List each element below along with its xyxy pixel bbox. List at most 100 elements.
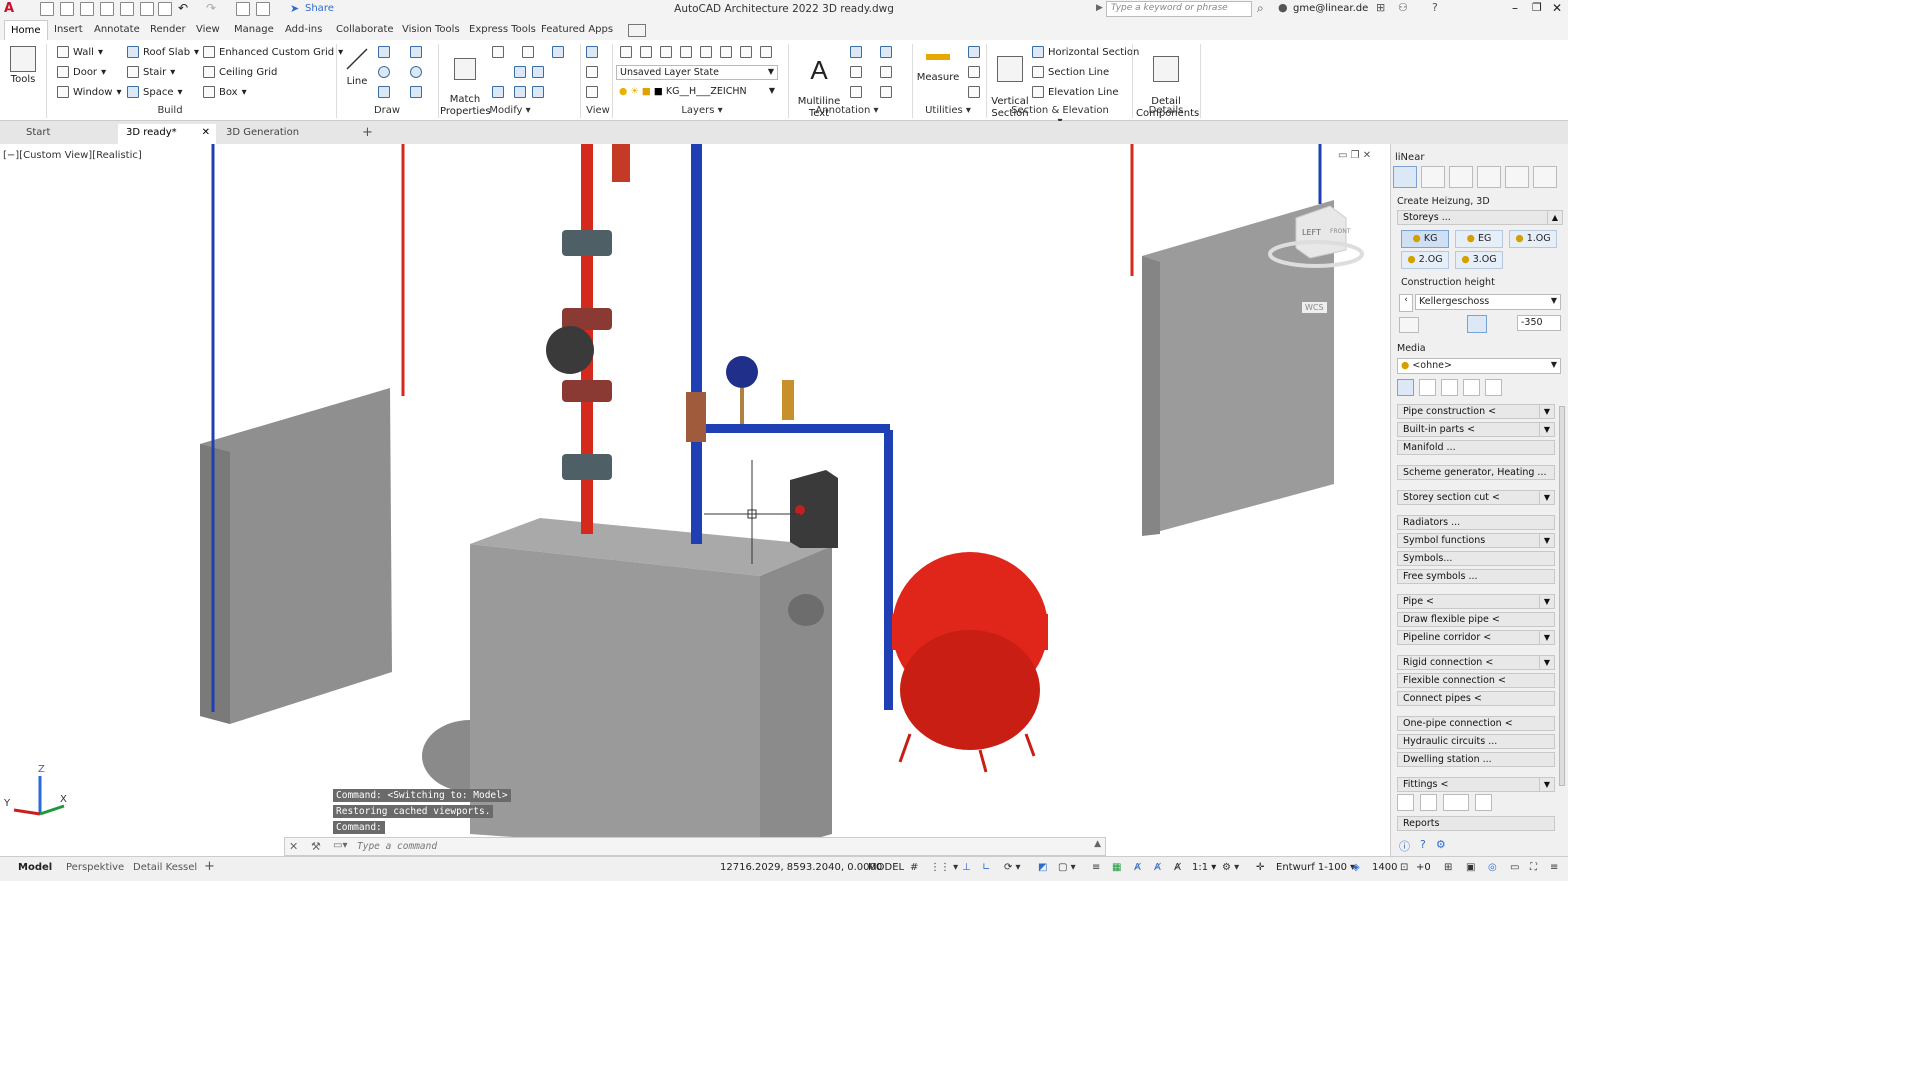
elevation-offset[interactable]: +0 [1416,862,1431,873]
trim-icon[interactable] [552,46,564,61]
chevron-down-icon[interactable]: ▼ [1539,534,1554,547]
add-layout-icon[interactable]: + [204,859,215,874]
isodraft-icon[interactable]: ⟳ ▾ [1004,862,1021,873]
palette-button-hydraulic-circuits[interactable]: Hydraulic circuits ... [1397,734,1555,749]
printer-icon[interactable] [1505,166,1529,188]
build-panel-label[interactable]: Build [150,105,190,116]
drawing-viewport[interactable]: [−][Custom View][Realistic] ▭ ❐ ✕ LEFT F… [0,144,1390,856]
layers-panel-label[interactable]: Layers ▾ [680,105,724,116]
tag-icon[interactable] [850,86,862,101]
command-input[interactable]: Type a command [357,841,437,852]
text-icon[interactable] [1441,379,1458,396]
revcloud-icon[interactable] [880,46,892,61]
hardware-acceleration-icon[interactable]: ◎ [1488,862,1497,873]
details-panel-label[interactable]: Details [1144,105,1188,116]
annotation-visibility-icon[interactable]: Ⱥ [1134,862,1141,873]
help-icon[interactable]: ? [1432,1,1438,14]
snap-tracking-icon[interactable]: ▢ ▾ [1058,862,1076,873]
tab-add-ins[interactable]: Add-ins [279,20,328,40]
layer-merge-icon[interactable] [760,46,772,58]
table-icon[interactable] [1485,379,1502,396]
ortho-icon[interactable]: ⊥ [962,862,971,873]
chevron-down-icon[interactable]: ▼ [1539,778,1554,791]
palette-button-flexible-connection[interactable]: Flexible connection < [1397,673,1555,688]
search-expand-icon[interactable]: ▶ [1096,3,1103,13]
fullscreen-icon[interactable]: ⛶ [1530,862,1537,873]
circle-icon[interactable] [378,66,390,81]
monitor-icon[interactable] [1477,166,1501,188]
table-icon[interactable] [880,86,892,101]
palette-button-pipe[interactable]: Pipe < ▼ [1397,594,1555,609]
command-expand-icon[interactable]: ▲ [1094,839,1101,849]
doc-tab-3d-ready[interactable]: 3D ready* ✕ [118,124,216,144]
ribbon-toggle-icon[interactable] [628,24,646,37]
viewcube-front-face[interactable]: FRONT [1330,228,1351,235]
search-icon[interactable]: ⌕ [1257,1,1264,16]
ceiling-grid-button[interactable]: Ceiling Grid [203,66,277,78]
tab-collaborate[interactable]: Collaborate [330,20,400,40]
edit-pipe-icon[interactable] [1397,379,1414,396]
layers-icon[interactable] [1463,379,1480,396]
new-tab-icon[interactable]: + [362,125,373,140]
space-button[interactable]: Space ▾ [127,86,183,98]
storey-3og[interactable]: ● 3.OG [1455,251,1503,269]
polar-icon[interactable]: ∟ [982,862,990,873]
palette-scrollbar[interactable] [1559,406,1565,786]
modify-panel-label[interactable]: Modify ▾ [488,105,532,116]
coordinates-readout[interactable]: 12716.2029, 8593.2040, 0.0000 [720,862,882,873]
annotation-scale-icon[interactable]: Ⱥ [1174,862,1181,873]
utilities-panel-label[interactable]: Utilities ▾ [922,105,974,116]
palette-button-scheme-generator-heating[interactable]: Scheme generator, Heating ... [1397,465,1555,480]
lineweight-icon[interactable]: ≡ [1092,862,1100,873]
pencil-icon[interactable] [1421,166,1445,188]
palette-button-radiators[interactable]: Radiators ... [1397,515,1555,530]
settings-gear-icon[interactable]: ⚙ [1436,838,1446,854]
palette-button-draw-flexible-pipe[interactable]: Draw flexible pipe < [1397,612,1555,627]
storey-1og[interactable]: ● 1.OG [1509,230,1557,248]
tab-annotate[interactable]: Annotate [88,20,146,40]
doc-tab-start[interactable]: Start [18,124,116,144]
mirror-icon[interactable] [492,86,504,101]
layer-off-icon[interactable] [680,46,692,58]
edit-icon[interactable] [1420,794,1437,811]
rectangle-icon[interactable] [378,86,390,101]
annotation-panel-label[interactable]: Annotation ▾ [812,105,882,116]
palette-button-storey-section-cut[interactable]: Storey section cut < ▼ [1397,490,1555,505]
surface-hatch-icon[interactable]: ⊞ [1444,862,1452,873]
isolate-objects-icon[interactable]: ▣ [1466,862,1475,873]
multiline-text-button[interactable]: A Multiline Text [796,44,842,132]
close-icon[interactable]: ✕ [1552,1,1562,15]
workspace-gear-icon[interactable]: ⚙ ▾ [1222,862,1239,873]
current-layer-select[interactable]: ● ☀ ■ ■ KG__H___ZEICHN ▼ [616,85,778,100]
tab-insert[interactable]: Insert [48,20,89,40]
view-panel-label[interactable]: View [584,105,612,116]
storey-select[interactable]: Kellergeschoss ▼ [1415,294,1561,310]
elevation-line-button[interactable]: Elevation Line [1032,86,1118,98]
box-button[interactable]: Box ▾ [203,86,247,98]
wall-button[interactable]: Wall ▾ [57,46,103,58]
pipes-icon[interactable] [1419,379,1436,396]
view-icon[interactable] [586,46,598,61]
minimize-icon[interactable]: – [1512,1,1518,15]
storey-eg[interactable]: ● EG [1455,230,1503,248]
chevron-down-icon[interactable]: ▼ [1539,405,1554,418]
customization-menu-icon[interactable]: ≡ [1550,862,1558,873]
reports-button[interactable]: Reports [1397,816,1555,831]
cart-icon[interactable]: ⊞ [1376,1,1385,14]
tab-view[interactable]: View [190,20,226,40]
viewcube-left-face[interactable]: LEFT [1302,228,1321,237]
layer-isolate-icon[interactable] [640,46,652,58]
elevation-icon[interactable]: ⊡ [1400,862,1408,873]
roof-slab-button[interactable]: Roof Slab ▾ [127,46,199,58]
model-space-toggle[interactable]: MODEL [868,862,904,873]
pan-icon[interactable] [586,86,598,101]
array-icon[interactable] [532,86,544,101]
measure-button[interactable]: Measure [916,48,960,84]
dimension-dropdown-icon[interactable] [1443,794,1469,811]
height-list-icon[interactable] [1399,317,1419,333]
draw-panel-label[interactable]: Draw [370,105,404,116]
chevron-down-icon[interactable]: ▼ [1539,423,1554,436]
tab-manage[interactable]: Manage [228,20,280,40]
collapse-icon[interactable]: ▲ [1547,211,1562,224]
storeys-button[interactable]: Storeys ... ▲ [1397,210,1563,225]
